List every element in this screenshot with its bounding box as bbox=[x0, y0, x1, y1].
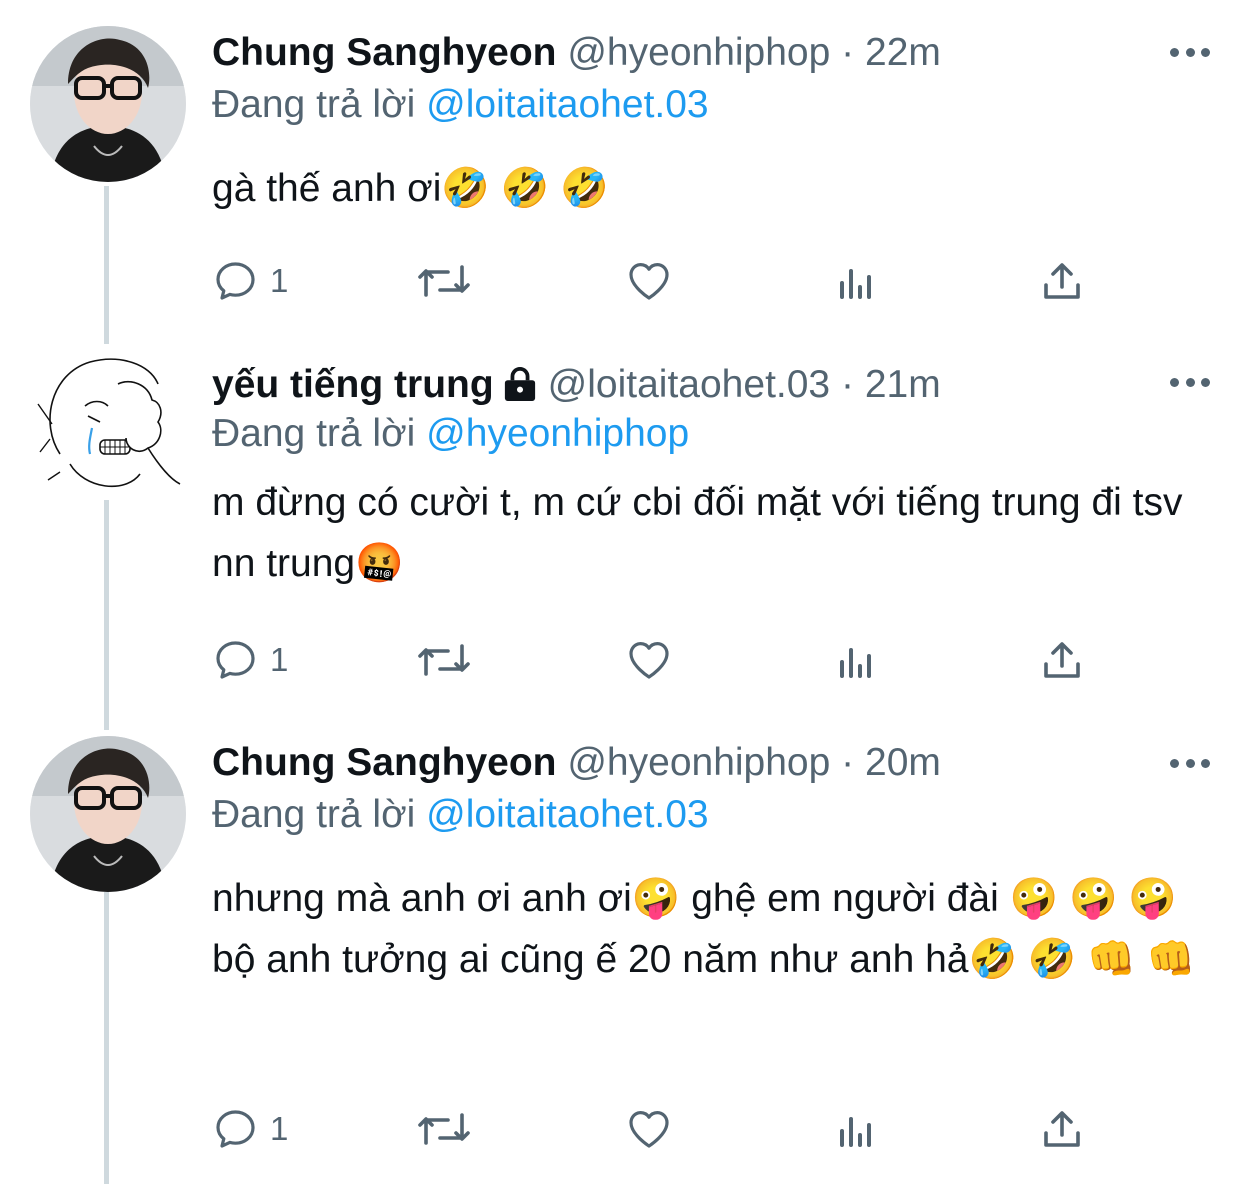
like-button[interactable] bbox=[624, 635, 674, 685]
action-bar: 1 bbox=[212, 256, 1112, 306]
more-options-button[interactable] bbox=[1170, 46, 1210, 58]
analytics-icon bbox=[840, 1117, 871, 1147]
user-handle[interactable]: @loitaitaohet.03 bbox=[548, 363, 830, 406]
retweet-icon bbox=[418, 265, 470, 297]
timestamp[interactable]: 20m bbox=[865, 741, 941, 784]
thread-line bbox=[104, 892, 109, 1184]
retweet-button[interactable] bbox=[414, 256, 474, 306]
separator-dot: · bbox=[840, 363, 854, 406]
like-button[interactable] bbox=[624, 256, 674, 306]
reply-count: 1 bbox=[270, 1110, 289, 1147]
action-bar: 1 bbox=[212, 635, 1112, 685]
retweet-icon bbox=[418, 644, 470, 676]
timestamp[interactable]: 21m bbox=[865, 363, 941, 406]
reply-mention-link[interactable]: @loitaitaohet.03 bbox=[426, 793, 708, 836]
reply-icon bbox=[216, 641, 255, 679]
replying-to-label: Đang trả lời bbox=[212, 793, 416, 836]
more-icon bbox=[1170, 47, 1179, 57]
share-button[interactable] bbox=[1038, 256, 1086, 306]
reply-button[interactable]: 1 bbox=[212, 256, 288, 306]
lock-icon bbox=[500, 366, 540, 412]
reply-count: 1 bbox=[270, 641, 289, 678]
timestamp[interactable]: 22m bbox=[865, 31, 941, 74]
reply-icon bbox=[216, 1110, 255, 1148]
avatar[interactable] bbox=[30, 344, 186, 500]
share-icon bbox=[1044, 642, 1080, 678]
replying-to-label: Đang trả lời bbox=[212, 83, 416, 126]
views-button[interactable] bbox=[832, 1104, 880, 1154]
user-handle[interactable]: @hyeonhiphop bbox=[567, 31, 830, 74]
more-icon bbox=[1170, 758, 1179, 768]
like-button[interactable] bbox=[624, 1104, 674, 1154]
retweet-button[interactable] bbox=[414, 1104, 474, 1154]
reply-button[interactable]: 1 bbox=[212, 1104, 288, 1154]
display-name[interactable]: yếu tiếng trung bbox=[212, 363, 494, 406]
reply-button[interactable]: 1 bbox=[212, 635, 288, 685]
action-bar: 1 bbox=[212, 1104, 1112, 1154]
views-button[interactable] bbox=[832, 635, 880, 685]
separator-dot: · bbox=[841, 741, 855, 784]
more-options-button[interactable] bbox=[1170, 376, 1210, 388]
share-icon bbox=[1044, 263, 1080, 299]
avatar[interactable] bbox=[30, 736, 186, 892]
analytics-icon bbox=[840, 269, 871, 299]
heart-icon bbox=[629, 1111, 669, 1148]
reply-mention-link[interactable]: @loitaitaohet.03 bbox=[426, 83, 708, 126]
retweet-icon bbox=[418, 1113, 470, 1145]
more-options-button[interactable] bbox=[1170, 757, 1210, 769]
avatar[interactable] bbox=[30, 26, 186, 182]
reply-mention-link[interactable]: @hyeonhiphop bbox=[426, 412, 689, 455]
heart-icon bbox=[629, 642, 669, 679]
more-icon bbox=[1170, 377, 1179, 387]
share-icon bbox=[1044, 1111, 1080, 1147]
share-button[interactable] bbox=[1038, 1104, 1086, 1154]
display-name[interactable]: Chung Sanghyeon bbox=[212, 741, 557, 784]
tweet-text: nhưng mà anh ơi anh ơi🤪 ghệ em người đài… bbox=[212, 877, 1196, 981]
tweet-text: gà thế anh ơi🤣 🤣 🤣 bbox=[212, 167, 609, 210]
display-name[interactable]: Chung Sanghyeon bbox=[212, 31, 557, 74]
thread-line bbox=[104, 186, 109, 344]
heart-icon bbox=[629, 263, 669, 300]
retweet-button[interactable] bbox=[414, 635, 474, 685]
reply-count: 1 bbox=[270, 262, 289, 299]
separator-dot: · bbox=[841, 31, 855, 74]
user-handle[interactable]: @hyeonhiphop bbox=[567, 741, 830, 784]
reply-icon bbox=[216, 262, 255, 300]
views-button[interactable] bbox=[832, 256, 880, 306]
replying-to-label: Đang trả lời bbox=[212, 412, 416, 455]
tweet-text: m đừng có cười t, m cứ cbi đối mặt với t… bbox=[212, 481, 1183, 585]
share-button[interactable] bbox=[1038, 635, 1086, 685]
analytics-icon bbox=[840, 648, 871, 678]
thread-line bbox=[104, 500, 109, 730]
